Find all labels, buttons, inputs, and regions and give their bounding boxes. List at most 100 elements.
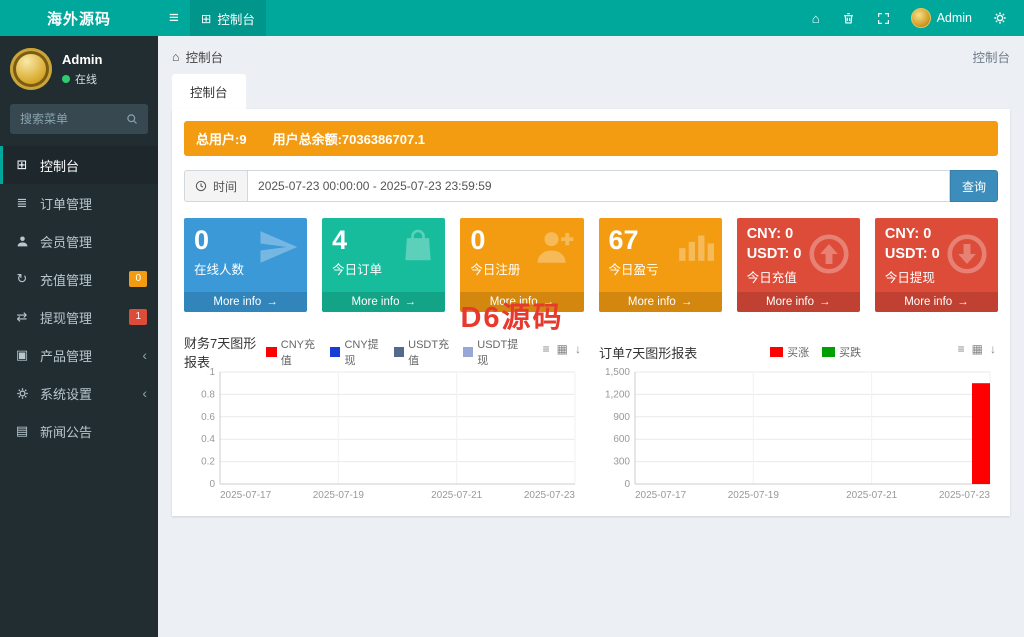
recharge-badge: 0 <box>129 271 147 287</box>
total-balance: 用户总余额:7036386707.1 <box>272 132 426 147</box>
legend-item[interactable]: CNY充值 <box>266 336 317 368</box>
sidebar-item-label: 充值管理 <box>40 272 93 288</box>
user-plus-icon <box>534 226 576 273</box>
breadcrumb[interactable]: ⌂ 控制台 <box>172 47 223 66</box>
sidebar-item-orders[interactable]: ≣ 订单管理 <box>0 184 158 222</box>
sidebar-item-recharge[interactable]: ↻ 充值管理 0 <box>0 260 158 298</box>
time-filter: 时间 查询 <box>184 170 998 202</box>
legend-label: CNY充值 <box>280 339 316 367</box>
sidebar-item-members[interactable]: 会员管理 <box>0 222 158 260</box>
chart-legend: 买涨 买跌 <box>770 344 861 360</box>
svg-text:0.4: 0.4 <box>201 434 215 445</box>
legend-label: CNY提现 <box>344 339 379 367</box>
avatar <box>10 48 52 90</box>
more-info-link[interactable]: More info → <box>736 292 860 312</box>
svg-text:2025-07-21: 2025-07-21 <box>846 490 898 501</box>
chevron-left-icon: ‹ <box>142 385 147 401</box>
svg-text:300: 300 <box>613 457 630 468</box>
svg-text:2025-07-23: 2025-07-23 <box>524 490 576 501</box>
recharge-icon: ↻ <box>16 271 28 286</box>
sidebar-item-label: 会员管理 <box>40 234 93 250</box>
breadcrumb-right: 控制台 <box>972 51 1010 65</box>
svg-text:2025-07-21: 2025-07-21 <box>431 490 483 501</box>
chart-download-icon[interactable]: ↓ <box>575 342 581 356</box>
chart-download-icon[interactable]: ↓ <box>990 342 996 356</box>
tab-console[interactable]: 控制台 <box>172 74 246 109</box>
more-info-link[interactable]: More info → <box>874 292 999 312</box>
trash-button[interactable] <box>831 0 866 36</box>
chart-grid-icon[interactable]: ▦ <box>972 342 983 356</box>
sidebar: Admin 在线 ⊞ 控制台 ≣ 订单管理 会员管理 ↻ 充值管理 0 <box>0 36 158 637</box>
legend-item[interactable]: CNY提现 <box>330 336 381 368</box>
sidebar-toggle-button[interactable]: ≡ <box>158 0 190 36</box>
time-label: 时间 <box>213 179 238 194</box>
gear-icon <box>14 387 30 400</box>
user-status-label: 在线 <box>75 73 97 86</box>
shopping-bag-icon <box>399 226 437 271</box>
time-addon: 时间 <box>184 170 248 202</box>
chart-toolbar: ≡ ▦ ↓ <box>958 342 996 356</box>
legend-item[interactable]: USDT充值 <box>393 336 450 368</box>
more-info-link[interactable]: More info → <box>184 292 308 312</box>
user-status: 在线 <box>62 71 102 87</box>
orders-chart-panel: 订单7天图形报表 买涨 买跌 ≡ ▦ ↓ 0 300 600 900 1,200 1,500… <box>599 342 998 504</box>
navbar-right: ⌂ Admin <box>801 0 1024 36</box>
info-box-today-recharge: CNY: 0 USDT: 0 今日充值 More info → <box>736 218 860 312</box>
svg-text:2025-07-17: 2025-07-17 <box>635 490 687 501</box>
dashboard-icon: ⊞ <box>16 157 28 172</box>
settings-button[interactable] <box>982 0 1018 36</box>
svg-text:2025-07-23: 2025-07-23 <box>939 490 991 501</box>
more-info-link[interactable]: More info → <box>460 292 584 312</box>
top-navbar: 海外源码 ≡ ⊞ 控制台 ⌂ Admin <box>0 0 1024 36</box>
tab-row: 控制台 <box>158 74 1024 109</box>
info-box-today-profit: 67 今日盈亏 More info → <box>598 218 722 312</box>
chart-menu-icon[interactable]: ≡ <box>958 342 965 356</box>
sidebar-item-withdraw[interactable]: ⇄ 提现管理 1 <box>0 298 158 336</box>
legend-swatch-icon <box>822 347 836 357</box>
query-button[interactable]: 查询 <box>950 170 998 202</box>
info-box-today-registered: 0 今日注册 More info → <box>460 218 584 312</box>
sidebar-item-products[interactable]: ▣ 产品管理 ‹ <box>0 336 158 374</box>
legend-swatch-icon <box>770 347 784 357</box>
fullscreen-button[interactable] <box>866 0 901 36</box>
withdraw-icon: ⇄ <box>16 309 28 324</box>
paper-plane-icon <box>257 226 299 273</box>
console-nav-button[interactable]: ⊞ 控制台 <box>189 0 266 36</box>
more-info-label: More info <box>627 296 676 308</box>
chevron-left-icon: ‹ <box>142 347 147 363</box>
legend-label: 买涨 <box>787 347 810 359</box>
user-menu[interactable]: Admin <box>901 0 982 36</box>
legend-item[interactable]: 买涨 <box>770 344 809 360</box>
sidebar-item-console[interactable]: ⊞ 控制台 <box>0 146 158 184</box>
online-status-icon <box>62 74 70 83</box>
content-header: ⌂ 控制台 控制台 <box>158 36 1024 74</box>
search-input[interactable] <box>20 112 126 126</box>
brand-logo[interactable]: 海外源码 <box>0 0 158 36</box>
bar-chart-icon <box>676 226 714 269</box>
legend-swatch-icon <box>393 347 405 357</box>
news-icon: ▤ <box>15 423 29 438</box>
legend-item[interactable]: USDT提现 <box>462 336 519 368</box>
arrow-right-icon: → <box>404 296 416 308</box>
sidebar-item-label: 提现管理 <box>40 310 93 326</box>
sidebar-item-label: 产品管理 <box>40 348 93 364</box>
arrow-right-icon: → <box>542 296 555 308</box>
arrow-right-icon: → <box>818 296 831 308</box>
sidebar-item-news[interactable]: ▤ 新闻公告 <box>0 412 158 450</box>
summary-alert: 总用户:9 用户总余额:7036386707.1 <box>184 121 998 156</box>
arrow-right-icon: → <box>957 296 969 308</box>
more-info-link[interactable]: More info → <box>598 292 722 312</box>
legend-item[interactable]: 买跌 <box>822 344 861 360</box>
legend-label: USDT充值 <box>408 339 450 367</box>
search-icon <box>127 114 137 124</box>
chart-menu-icon[interactable]: ≡ <box>543 342 550 356</box>
home-button[interactable]: ⌂ <box>801 0 831 36</box>
finance-chart: 0 0.2 0.4 0.6 0.8 1 2025-07-17 2025-07-19 2025-0… <box>184 366 583 504</box>
more-info-link[interactable]: More info → <box>322 292 446 312</box>
sidebar-item-settings[interactable]: 系统设置 ‹ <box>0 374 158 412</box>
home-icon: ⌂ <box>811 10 820 26</box>
date-range-input[interactable] <box>247 170 950 202</box>
user-name: Admin <box>62 51 103 67</box>
chart-grid-icon[interactable]: ▦ <box>557 342 568 356</box>
more-info-label: More info <box>213 296 262 308</box>
